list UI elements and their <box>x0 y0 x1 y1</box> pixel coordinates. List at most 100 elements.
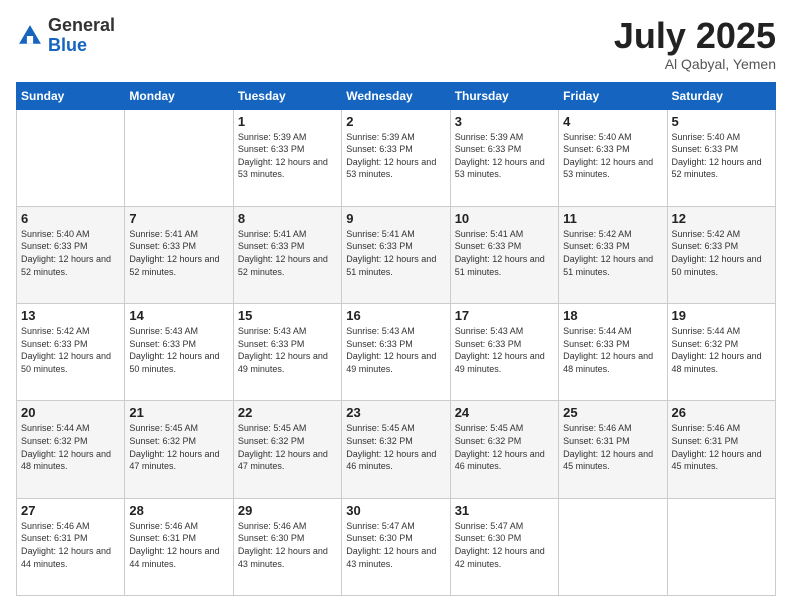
calendar-cell: 24Sunrise: 5:45 AM Sunset: 6:32 PM Dayli… <box>450 401 558 498</box>
page: General Blue July 2025 Al Qabyal, Yemen … <box>0 0 792 612</box>
calendar-cell: 1 Sunrise: 5:39 AM Sunset: 6:33 PM Daylig… <box>233 109 341 206</box>
calendar-cell: 22 Sunrise: 5:45 AM Sunset: 6:32 PM Dayli… <box>233 401 341 498</box>
calendar-cell: 11Sunrise: 5:42 AM Sunset: 6:33 PM Dayli… <box>559 206 667 303</box>
day-number: 15 <box>238 308 337 323</box>
day-number: 7 <box>129 211 228 226</box>
day-number: 5 <box>672 114 771 129</box>
calendar-cell: 26 Sunrise: 5:46 AM Sunset: 6:31 PM Dayli… <box>667 401 775 498</box>
day-number: 25 <box>563 405 662 420</box>
day-number: 26 <box>672 405 771 420</box>
day-info: Sunrise: 5:45 AM Sunset: 6:32 PM Dayligh… <box>129 422 228 472</box>
calendar-cell: 30Sunrise: 5:47 AM Sunset: 6:30 PM Dayli… <box>342 498 450 595</box>
day-number: 31 <box>455 503 554 518</box>
day-number: 19 <box>672 308 771 323</box>
day-info: Sunrise: 5:40 AM Sunset: 6:33 PM Dayligh… <box>563 131 662 181</box>
calendar-week-row: 27Sunrise: 5:46 AM Sunset: 6:31 PM Dayli… <box>17 498 776 595</box>
calendar-week-row: 1 Sunrise: 5:39 AM Sunset: 6:33 PM Daylig… <box>17 109 776 206</box>
calendar-cell: 31 Sunrise: 5:47 AM Sunset: 6:30 PM Dayli… <box>450 498 558 595</box>
day-number: 29 <box>238 503 337 518</box>
day-number: 6 <box>21 211 120 226</box>
calendar-header-row: SundayMondayTuesdayWednesdayThursdayFrid… <box>17 82 776 109</box>
calendar-week-row: 20 Sunrise: 5:44 AM Sunset: 6:32 PM Dayli… <box>17 401 776 498</box>
day-number: 2 <box>346 114 445 129</box>
day-info: Sunrise: 5:41 AM Sunset: 6:33 PM Dayligh… <box>346 228 445 278</box>
day-number: 17 <box>455 308 554 323</box>
day-number: 8 <box>238 211 337 226</box>
day-number: 23 <box>346 405 445 420</box>
calendar-cell: 17 Sunrise: 5:43 AM Sunset: 6:33 PM Dayli… <box>450 304 558 401</box>
calendar-cell: 18Sunrise: 5:44 AM Sunset: 6:33 PM Dayli… <box>559 304 667 401</box>
day-number: 14 <box>129 308 228 323</box>
logo-blue: Blue <box>48 36 115 56</box>
day-info: Sunrise: 5:45 AM Sunset: 6:32 PM Dayligh… <box>346 422 445 472</box>
calendar-cell: 4 Sunrise: 5:40 AM Sunset: 6:33 PM Daylig… <box>559 109 667 206</box>
day-header: Wednesday <box>342 82 450 109</box>
day-info: Sunrise: 5:46 AM Sunset: 6:31 PM Dayligh… <box>563 422 662 472</box>
logo-general: General <box>48 16 115 36</box>
day-info: Sunrise: 5:41 AM Sunset: 6:33 PM Dayligh… <box>455 228 554 278</box>
logo-text: General Blue <box>48 16 115 56</box>
day-info: Sunrise: 5:39 AM Sunset: 6:33 PM Dayligh… <box>346 131 445 181</box>
day-number: 10 <box>455 211 554 226</box>
day-number: 12 <box>672 211 771 226</box>
calendar-cell: 21 Sunrise: 5:45 AM Sunset: 6:32 PM Dayli… <box>125 401 233 498</box>
day-number: 11 <box>563 211 662 226</box>
day-info: Sunrise: 5:46 AM Sunset: 6:31 PM Dayligh… <box>21 520 120 570</box>
day-number: 21 <box>129 405 228 420</box>
day-header: Saturday <box>667 82 775 109</box>
calendar-cell: 19 Sunrise: 5:44 AM Sunset: 6:32 PM Dayli… <box>667 304 775 401</box>
day-info: Sunrise: 5:43 AM Sunset: 6:33 PM Dayligh… <box>346 325 445 375</box>
day-info: Sunrise: 5:40 AM Sunset: 6:33 PM Dayligh… <box>21 228 120 278</box>
day-info: Sunrise: 5:46 AM Sunset: 6:31 PM Dayligh… <box>672 422 771 472</box>
day-header: Tuesday <box>233 82 341 109</box>
day-info: Sunrise: 5:45 AM Sunset: 6:32 PM Dayligh… <box>238 422 337 472</box>
day-info: Sunrise: 5:42 AM Sunset: 6:33 PM Dayligh… <box>21 325 120 375</box>
logo-icon <box>16 22 44 50</box>
day-info: Sunrise: 5:47 AM Sunset: 6:30 PM Dayligh… <box>346 520 445 570</box>
day-number: 3 <box>455 114 554 129</box>
header: General Blue July 2025 Al Qabyal, Yemen <box>16 16 776 72</box>
calendar-cell: 16 Sunrise: 5:43 AM Sunset: 6:33 PM Dayli… <box>342 304 450 401</box>
day-info: Sunrise: 5:43 AM Sunset: 6:33 PM Dayligh… <box>455 325 554 375</box>
day-info: Sunrise: 5:44 AM Sunset: 6:33 PM Dayligh… <box>563 325 662 375</box>
day-info: Sunrise: 5:44 AM Sunset: 6:32 PM Dayligh… <box>21 422 120 472</box>
calendar-cell: 3Sunrise: 5:39 AM Sunset: 6:33 PM Daylig… <box>450 109 558 206</box>
day-number: 9 <box>346 211 445 226</box>
month-title: July 2025 <box>614 16 776 56</box>
calendar-cell <box>125 109 233 206</box>
day-info: Sunrise: 5:46 AM Sunset: 6:31 PM Dayligh… <box>129 520 228 570</box>
calendar-cell: 23 Sunrise: 5:45 AM Sunset: 6:32 PM Dayli… <box>342 401 450 498</box>
day-header: Monday <box>125 82 233 109</box>
calendar-cell: 25 Sunrise: 5:46 AM Sunset: 6:31 PM Dayli… <box>559 401 667 498</box>
day-info: Sunrise: 5:47 AM Sunset: 6:30 PM Dayligh… <box>455 520 554 570</box>
calendar-week-row: 13 Sunrise: 5:42 AM Sunset: 6:33 PM Dayli… <box>17 304 776 401</box>
calendar-cell: 28 Sunrise: 5:46 AM Sunset: 6:31 PM Dayli… <box>125 498 233 595</box>
day-info: Sunrise: 5:39 AM Sunset: 6:33 PM Dayligh… <box>238 131 337 181</box>
calendar-cell: 10 Sunrise: 5:41 AM Sunset: 6:33 PM Dayli… <box>450 206 558 303</box>
day-info: Sunrise: 5:41 AM Sunset: 6:33 PM Dayligh… <box>129 228 228 278</box>
day-number: 4 <box>563 114 662 129</box>
day-info: Sunrise: 5:41 AM Sunset: 6:33 PM Dayligh… <box>238 228 337 278</box>
calendar-week-row: 6 Sunrise: 5:40 AM Sunset: 6:33 PM Daylig… <box>17 206 776 303</box>
day-info: Sunrise: 5:43 AM Sunset: 6:33 PM Dayligh… <box>238 325 337 375</box>
day-info: Sunrise: 5:43 AM Sunset: 6:33 PM Dayligh… <box>129 325 228 375</box>
day-info: Sunrise: 5:44 AM Sunset: 6:32 PM Dayligh… <box>672 325 771 375</box>
calendar-cell: 5Sunrise: 5:40 AM Sunset: 6:33 PM Daylig… <box>667 109 775 206</box>
day-info: Sunrise: 5:45 AM Sunset: 6:32 PM Dayligh… <box>455 422 554 472</box>
calendar-cell <box>667 498 775 595</box>
calendar-cell: 2 Sunrise: 5:39 AM Sunset: 6:33 PM Daylig… <box>342 109 450 206</box>
day-number: 1 <box>238 114 337 129</box>
calendar-cell: 6 Sunrise: 5:40 AM Sunset: 6:33 PM Daylig… <box>17 206 125 303</box>
calendar-cell <box>17 109 125 206</box>
day-number: 20 <box>21 405 120 420</box>
day-header: Thursday <box>450 82 558 109</box>
day-header: Friday <box>559 82 667 109</box>
day-number: 13 <box>21 308 120 323</box>
calendar-cell: 12Sunrise: 5:42 AM Sunset: 6:33 PM Dayli… <box>667 206 775 303</box>
day-number: 22 <box>238 405 337 420</box>
day-number: 16 <box>346 308 445 323</box>
day-info: Sunrise: 5:46 AM Sunset: 6:30 PM Dayligh… <box>238 520 337 570</box>
calendar-cell: 8 Sunrise: 5:41 AM Sunset: 6:33 PM Daylig… <box>233 206 341 303</box>
day-number: 28 <box>129 503 228 518</box>
logo: General Blue <box>16 16 115 56</box>
